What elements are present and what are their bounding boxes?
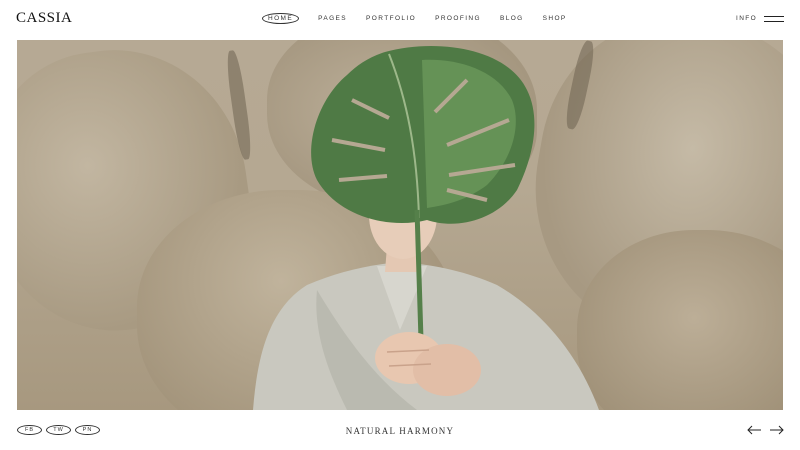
nav-item-portfolio[interactable]: PORTFOLIO [366,13,416,24]
site-logo[interactable]: CASSIA [16,10,72,27]
hero-image [17,40,783,410]
person-with-leaf [253,46,599,410]
main-nav: HOME PAGES PORTFOLIO PROOFING BLOG SHOP [262,13,586,24]
hamburger-line [764,21,784,22]
info-link[interactable]: INFO [736,15,757,22]
nav-item-blog[interactable]: BLOG [500,13,524,24]
person-hand [413,344,481,396]
slide-caption: NATURAL HARMONY [345,426,455,436]
arrow-right-icon[interactable] [769,424,785,436]
site-footer: FB TW PN NATURAL HARMONY [0,418,800,444]
hamburger-line [764,16,784,17]
hamburger-icon[interactable] [764,15,784,23]
arrow-left-icon[interactable] [746,424,762,436]
nav-item-proofing[interactable]: PROOFING [435,13,481,24]
nav-item-shop[interactable]: SHOP [543,13,567,24]
nav-item-home[interactable]: HOME [262,13,300,24]
site-header: CASSIA HOME PAGES PORTFOLIO PROOFING BLO… [0,0,800,38]
nav-item-pages[interactable]: PAGES [318,13,347,24]
